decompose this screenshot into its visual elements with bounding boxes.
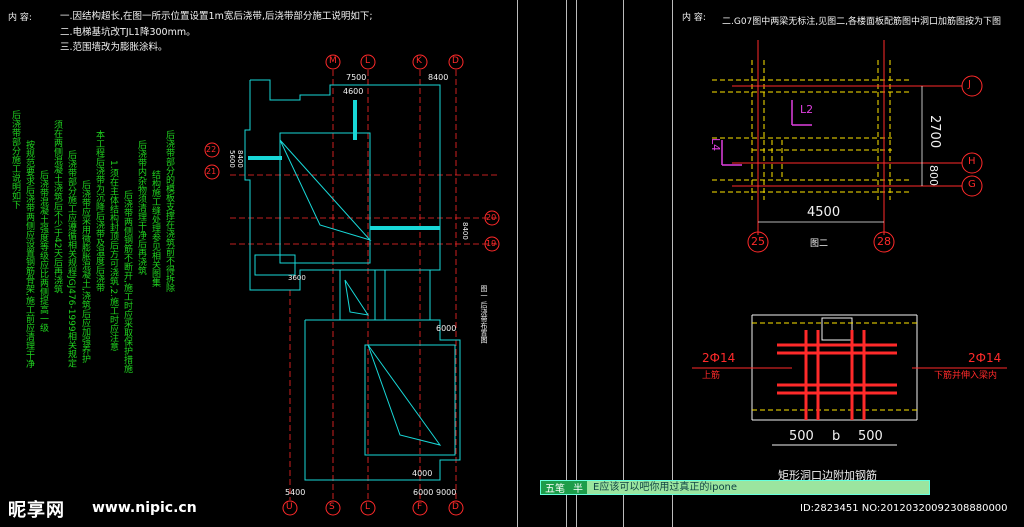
fig2-dim: 2700 [927, 115, 942, 149]
dimension-text: 6000 [413, 488, 434, 497]
dimension-text: 7500 [346, 73, 367, 82]
ime-half-width[interactable]: 半 [569, 480, 587, 495]
rebar-label-left: 2Ф14 [702, 351, 736, 365]
ime-mode[interactable]: 五笔 [541, 480, 569, 495]
dimension-text: 6000 [436, 324, 457, 333]
dimension-text: 8400 [236, 150, 244, 168]
dimension-text: 3600 [288, 274, 306, 282]
axis-label: L [365, 56, 371, 66]
axis-label: S [329, 502, 335, 512]
axis-label: 20 [486, 213, 497, 222]
dimension-text: 5600 [228, 150, 236, 168]
axis-label: 19 [486, 239, 497, 248]
axis-label: U [286, 502, 293, 512]
fig3-dim: 500 [789, 429, 814, 444]
fig3-dim: b [832, 429, 841, 444]
fig2-dim: 800 [927, 165, 940, 186]
watermark-url: www.nipic.cn [92, 500, 197, 516]
fig3-dim: 500 [858, 429, 883, 444]
dimension-text: 8400 [461, 222, 469, 240]
detail-drawings [692, 40, 1007, 446]
axis-label: H [968, 156, 976, 167]
watermark-brand: 昵享网 [8, 500, 65, 521]
axis-label: D [452, 502, 459, 512]
axis-label: K [416, 56, 422, 66]
sheet-divider [623, 0, 624, 527]
ime-status-bar[interactable]: 五笔 半 E应该可以吧你用过真正的ipone [540, 480, 930, 495]
right-sheet: 内 容: 二.G07图中两梁无标注,见图二,各楼面板配筋图中洞口加筋图按为下图 [672, 0, 1024, 527]
left-sheet: 内 容: 一.因结构超长,在图一所示位置设置1m宽后浇带,后浇带部分施工说明如下… [0, 0, 512, 527]
axis-label: G [968, 179, 976, 190]
rebar-label-right: 2Ф14 [968, 351, 1002, 365]
dimension-text: 4600 [343, 87, 364, 96]
sheet-divider [576, 0, 577, 527]
axis-label: F [417, 502, 423, 512]
axis-label: M [329, 56, 337, 66]
rebar-note-left: 上筋 [702, 371, 721, 381]
beam-label-l4: L4 [709, 138, 722, 152]
axis-label: 28 [877, 235, 891, 248]
axis-label: L [365, 502, 371, 512]
dimension-text: 5400 [285, 488, 306, 497]
fig2-dim: 4500 [807, 205, 841, 220]
dimension-text: 4000 [412, 469, 433, 478]
axis-label: D [452, 56, 459, 66]
beam-label-l2: L2 [800, 103, 814, 116]
rebar-note-right: 下筋并伸入梁内 [934, 371, 998, 381]
sheet-divider [517, 0, 518, 527]
figure-caption: 图一 后浇带布置图 [480, 285, 488, 344]
axis-label: 25 [751, 235, 765, 248]
fig2-caption: 图二 [810, 239, 829, 249]
dimension-text: 9000 [436, 488, 457, 497]
watermark-id: ID:2823451 NO:20120320092308880000 [800, 503, 1008, 514]
axis-label: J [968, 79, 971, 90]
sheet-divider [566, 0, 567, 527]
ime-candidate-hint: E应该可以吧你用过真正的ipone [587, 481, 929, 494]
axis-label: 21 [206, 167, 217, 176]
axis-label: 22 [206, 145, 217, 154]
dimension-text: 8400 [428, 73, 449, 82]
